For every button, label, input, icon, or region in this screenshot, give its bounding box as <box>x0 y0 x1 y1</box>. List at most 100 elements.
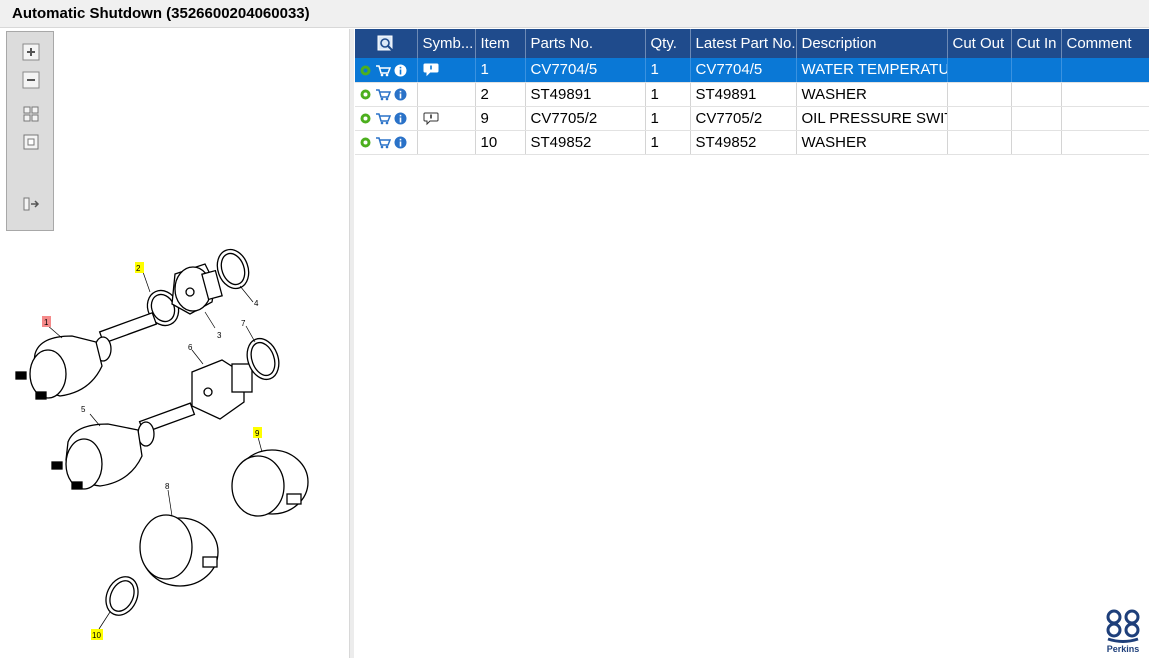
qty-cell[interactable]: 1 <box>645 82 691 107</box>
column-header-latest-part-no[interactable]: Latest Part No. <box>690 29 797 58</box>
switch-5[interactable] <box>51 402 196 490</box>
latest-part-no-cell[interactable]: CV7704/5 <box>690 58 797 83</box>
description-cell[interactable]: OIL PRESSURE SWITCH <box>796 106 948 131</box>
column-header-symbol[interactable]: Symb... <box>417 29 476 58</box>
parts-no-cell[interactable]: CV7704/5 <box>525 58 646 83</box>
fit-all-button[interactable] <box>21 104 41 124</box>
parts-diagram[interactable]: 2 3 4 1 5 6 7 8 9 10 <box>0 224 350 654</box>
info-icon[interactable] <box>394 64 407 77</box>
column-header-comment[interactable]: Comment <box>1061 29 1149 58</box>
table-row[interactable]: 9CV7705/21CV7705/2OIL PRESSURE SWITCH <box>355 106 1149 131</box>
parts-no-cell[interactable]: CV7705/2 <box>525 106 646 131</box>
column-header-filter[interactable] <box>355 29 418 58</box>
adapter-3[interactable] <box>171 263 223 315</box>
column-header-cut-in[interactable]: Cut In <box>1011 29 1062 58</box>
table-row[interactable]: 10 ST49852 1 ST49852 WASHER <box>355 130 1149 155</box>
latest-part-no-cell[interactable]: ST49852 <box>690 130 797 155</box>
speech-bubble-icon[interactable] <box>423 63 439 77</box>
qty-cell[interactable]: 1 <box>645 58 691 83</box>
info-icon[interactable] <box>394 112 407 125</box>
callout-5[interactable]: 5 <box>81 405 86 414</box>
symbol-cell[interactable] <box>417 130 476 155</box>
cut-out-cell[interactable] <box>947 58 1012 83</box>
parts-no-cell[interactable]: ST49852 <box>525 130 646 155</box>
diagram-pane[interactable]: 2 3 4 1 5 6 7 8 9 10 <box>0 29 350 658</box>
callout-2[interactable]: 2 <box>136 264 141 273</box>
item-cell[interactable]: 1 <box>475 58 526 83</box>
callout-10[interactable]: 10 <box>92 631 101 640</box>
adapter-6[interactable] <box>191 359 253 420</box>
toggle-panel-button[interactable] <box>21 194 41 214</box>
comment-cell[interactable] <box>1061 130 1149 155</box>
window-title: Automatic Shutdown (3526600204060033) <box>12 5 310 22</box>
row-actions-cell <box>355 82 418 107</box>
callout-9[interactable]: 9 <box>255 429 260 438</box>
callout-4[interactable]: 4 <box>254 299 259 308</box>
symbol-cell[interactable] <box>417 106 476 131</box>
callout-3[interactable]: 3 <box>217 331 222 340</box>
cut-in-cell[interactable] <box>1011 106 1062 131</box>
item-cell[interactable]: 9 <box>475 106 526 131</box>
info-icon[interactable] <box>394 88 407 101</box>
cut-out-cell[interactable] <box>947 82 1012 107</box>
gear-icon[interactable] <box>359 64 372 77</box>
cut-out-cell[interactable] <box>947 106 1012 131</box>
cut-in-cell[interactable] <box>1011 58 1062 83</box>
table-row[interactable]: 2 ST49891 1 ST49891 WASHER <box>355 82 1149 107</box>
switch-9[interactable] <box>231 449 309 517</box>
comment-cell[interactable] <box>1061 106 1149 131</box>
zoom-out-button[interactable] <box>21 70 41 90</box>
cut-in-cell[interactable] <box>1011 82 1062 107</box>
row-actions-cell <box>355 130 418 155</box>
column-header-item[interactable]: Item <box>475 29 526 58</box>
cut-out-cell[interactable] <box>947 130 1012 155</box>
qty-cell[interactable]: 1 <box>645 130 691 155</box>
item-cell[interactable]: 2 <box>475 82 526 107</box>
column-header-qty[interactable]: Qty. <box>645 29 691 58</box>
fit-window-button[interactable] <box>21 132 41 152</box>
cart-icon[interactable] <box>375 136 391 149</box>
gear-icon[interactable] <box>359 88 372 101</box>
column-header-parts-no[interactable]: Parts No. <box>525 29 646 58</box>
switch-8[interactable] <box>139 514 219 587</box>
description-cell[interactable]: WASHER <box>796 130 948 155</box>
gear-icon[interactable] <box>359 112 372 125</box>
callout-6[interactable]: 6 <box>188 343 193 352</box>
filter-search-icon <box>377 35 394 52</box>
description-cell[interactable]: WASHER <box>796 82 948 107</box>
perkins-logo: Perkins <box>1101 608 1145 654</box>
perkins-logo-mark <box>1106 609 1140 643</box>
parts-no-cell[interactable]: ST49891 <box>525 82 646 107</box>
latest-part-no-cell[interactable]: CV7705/2 <box>690 106 797 131</box>
cart-icon[interactable] <box>375 64 391 77</box>
item-cell[interactable]: 10 <box>475 130 526 155</box>
symbol-cell[interactable] <box>417 58 476 83</box>
symbol-cell[interactable] <box>417 82 476 107</box>
comment-cell[interactable] <box>1061 58 1149 83</box>
callout-1[interactable]: 1 <box>44 318 49 327</box>
speech-bubble-icon[interactable] <box>423 112 439 126</box>
cut-in-cell[interactable] <box>1011 130 1062 155</box>
column-header-description[interactable]: Description <box>796 29 948 58</box>
viewer-toolbar <box>6 31 54 231</box>
info-icon[interactable] <box>394 136 407 149</box>
sender-1[interactable] <box>15 311 158 400</box>
table-row[interactable]: 1CV7704/51CV7704/5WATER TEMPERATURE <box>355 58 1149 83</box>
title-bar: Automatic Shutdown (3526600204060033) <box>0 0 1149 28</box>
brand-name: Perkins <box>1106 644 1140 654</box>
cart-icon[interactable] <box>375 112 391 125</box>
pane-splitter[interactable] <box>349 29 354 658</box>
parts-grid-pane: Symb... Item Parts No. Qty. Latest Part … <box>355 29 1149 658</box>
callout-7[interactable]: 7 <box>241 319 246 328</box>
row-actions-cell <box>355 106 418 131</box>
callout-8[interactable]: 8 <box>165 482 170 491</box>
gear-icon[interactable] <box>359 136 372 149</box>
qty-cell[interactable]: 1 <box>645 106 691 131</box>
cart-icon[interactable] <box>375 88 391 101</box>
zoom-out-icon <box>22 71 40 89</box>
column-header-cut-out[interactable]: Cut Out <box>947 29 1012 58</box>
zoom-in-button[interactable] <box>21 42 41 62</box>
comment-cell[interactable] <box>1061 82 1149 107</box>
description-cell[interactable]: WATER TEMPERATURE <box>796 58 948 83</box>
latest-part-no-cell[interactable]: ST49891 <box>690 82 797 107</box>
